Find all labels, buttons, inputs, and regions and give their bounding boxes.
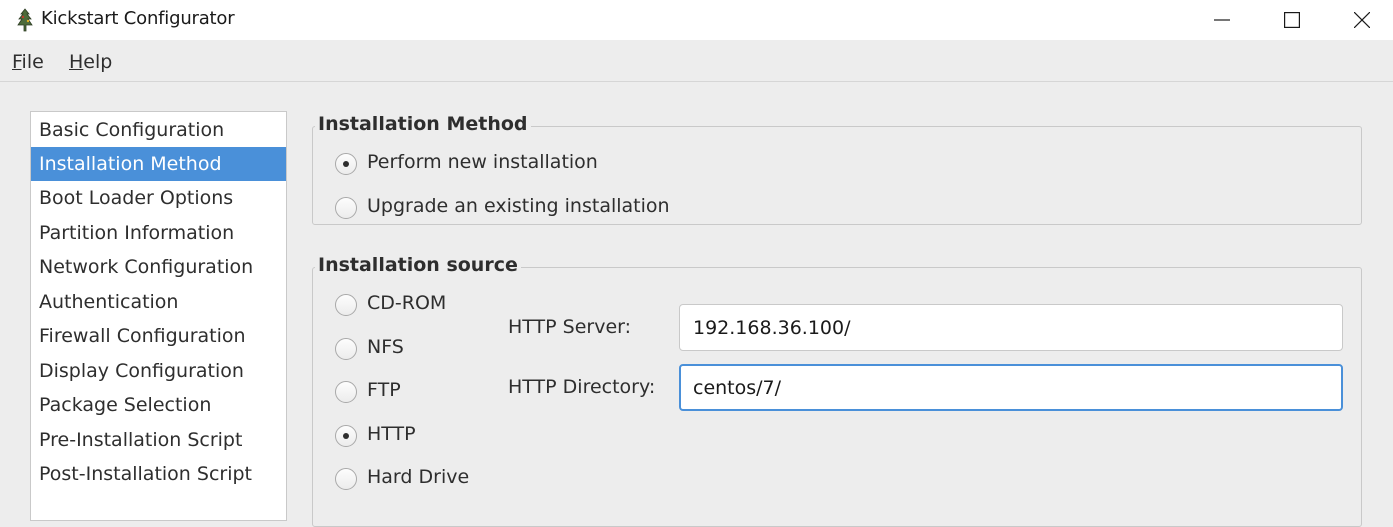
sidebar-list: Basic Configuration Installation Method … [30,111,287,521]
radio-indicator [335,425,357,447]
close-icon [1354,12,1370,28]
menu-bar: File Help [0,40,1393,82]
radio-indicator [335,338,357,360]
radio-indicator [335,381,357,403]
radio-indicator [335,468,357,490]
http-directory-label: HTTP Directory: [508,376,656,398]
kickstart-app-icon [14,8,36,32]
sidebar-item-network-configuration[interactable]: Network Configuration [31,250,286,284]
radio-hard-drive[interactable]: Hard Drive [335,465,485,495]
minimize-button[interactable] [1187,0,1257,40]
sidebar-item-boot-loader-options[interactable]: Boot Loader Options [31,181,286,215]
http-server-label: HTTP Server: [508,316,632,338]
http-server-input[interactable] [679,304,1343,351]
radio-label: Upgrade an existing installation [367,195,670,217]
sidebar-item-authentication[interactable]: Authentication [31,285,286,319]
radio-label: FTP [367,379,401,401]
radio-selected-dot [343,161,349,167]
window-title: Kickstart Configurator [41,8,235,29]
radio-label: HTTP [367,423,416,445]
maximize-button[interactable] [1257,0,1327,40]
sidebar-item-installation-method[interactable]: Installation Method [31,147,286,181]
title-bar: Kickstart Configurator [0,0,1393,40]
menu-help[interactable]: Help [69,51,112,73]
radio-selected-dot [343,433,349,439]
sidebar-item-post-installation-script[interactable]: Post-Installation Script [31,457,286,491]
sidebar-item-display-configuration[interactable]: Display Configuration [31,354,286,388]
radio-label: CD-ROM [367,292,447,314]
sidebar-item-partition-information[interactable]: Partition Information [31,216,286,250]
maximize-icon [1284,12,1300,28]
installation-source-title: Installation source [315,254,521,276]
radio-label: Perform new installation [367,151,598,173]
radio-nfs[interactable]: NFS [335,335,485,365]
radio-http[interactable]: HTTP [335,422,485,452]
menu-file[interactable]: File [12,51,44,73]
sidebar-item-package-selection[interactable]: Package Selection [31,388,286,422]
sidebar-item-basic-configuration[interactable]: Basic Configuration [31,113,286,147]
radio-label: Hard Drive [367,466,470,488]
radio-perform-new-installation[interactable]: Perform new installation [335,150,635,180]
minimize-icon [1214,19,1230,21]
radio-indicator [335,153,357,175]
radio-indicator [335,294,357,316]
radio-indicator [335,197,357,219]
radio-label: NFS [367,336,404,358]
sidebar-item-pre-installation-script[interactable]: Pre-Installation Script [31,423,286,457]
close-button[interactable] [1327,0,1393,40]
radio-ftp[interactable]: FTP [335,378,485,408]
radio-upgrade-existing-installation[interactable]: Upgrade an existing installation [335,194,695,224]
radio-cd-rom[interactable]: CD-ROM [335,291,485,321]
sidebar-item-firewall-configuration[interactable]: Firewall Configuration [31,319,286,353]
http-directory-input[interactable] [679,364,1343,411]
installation-method-title: Installation Method [315,113,531,135]
